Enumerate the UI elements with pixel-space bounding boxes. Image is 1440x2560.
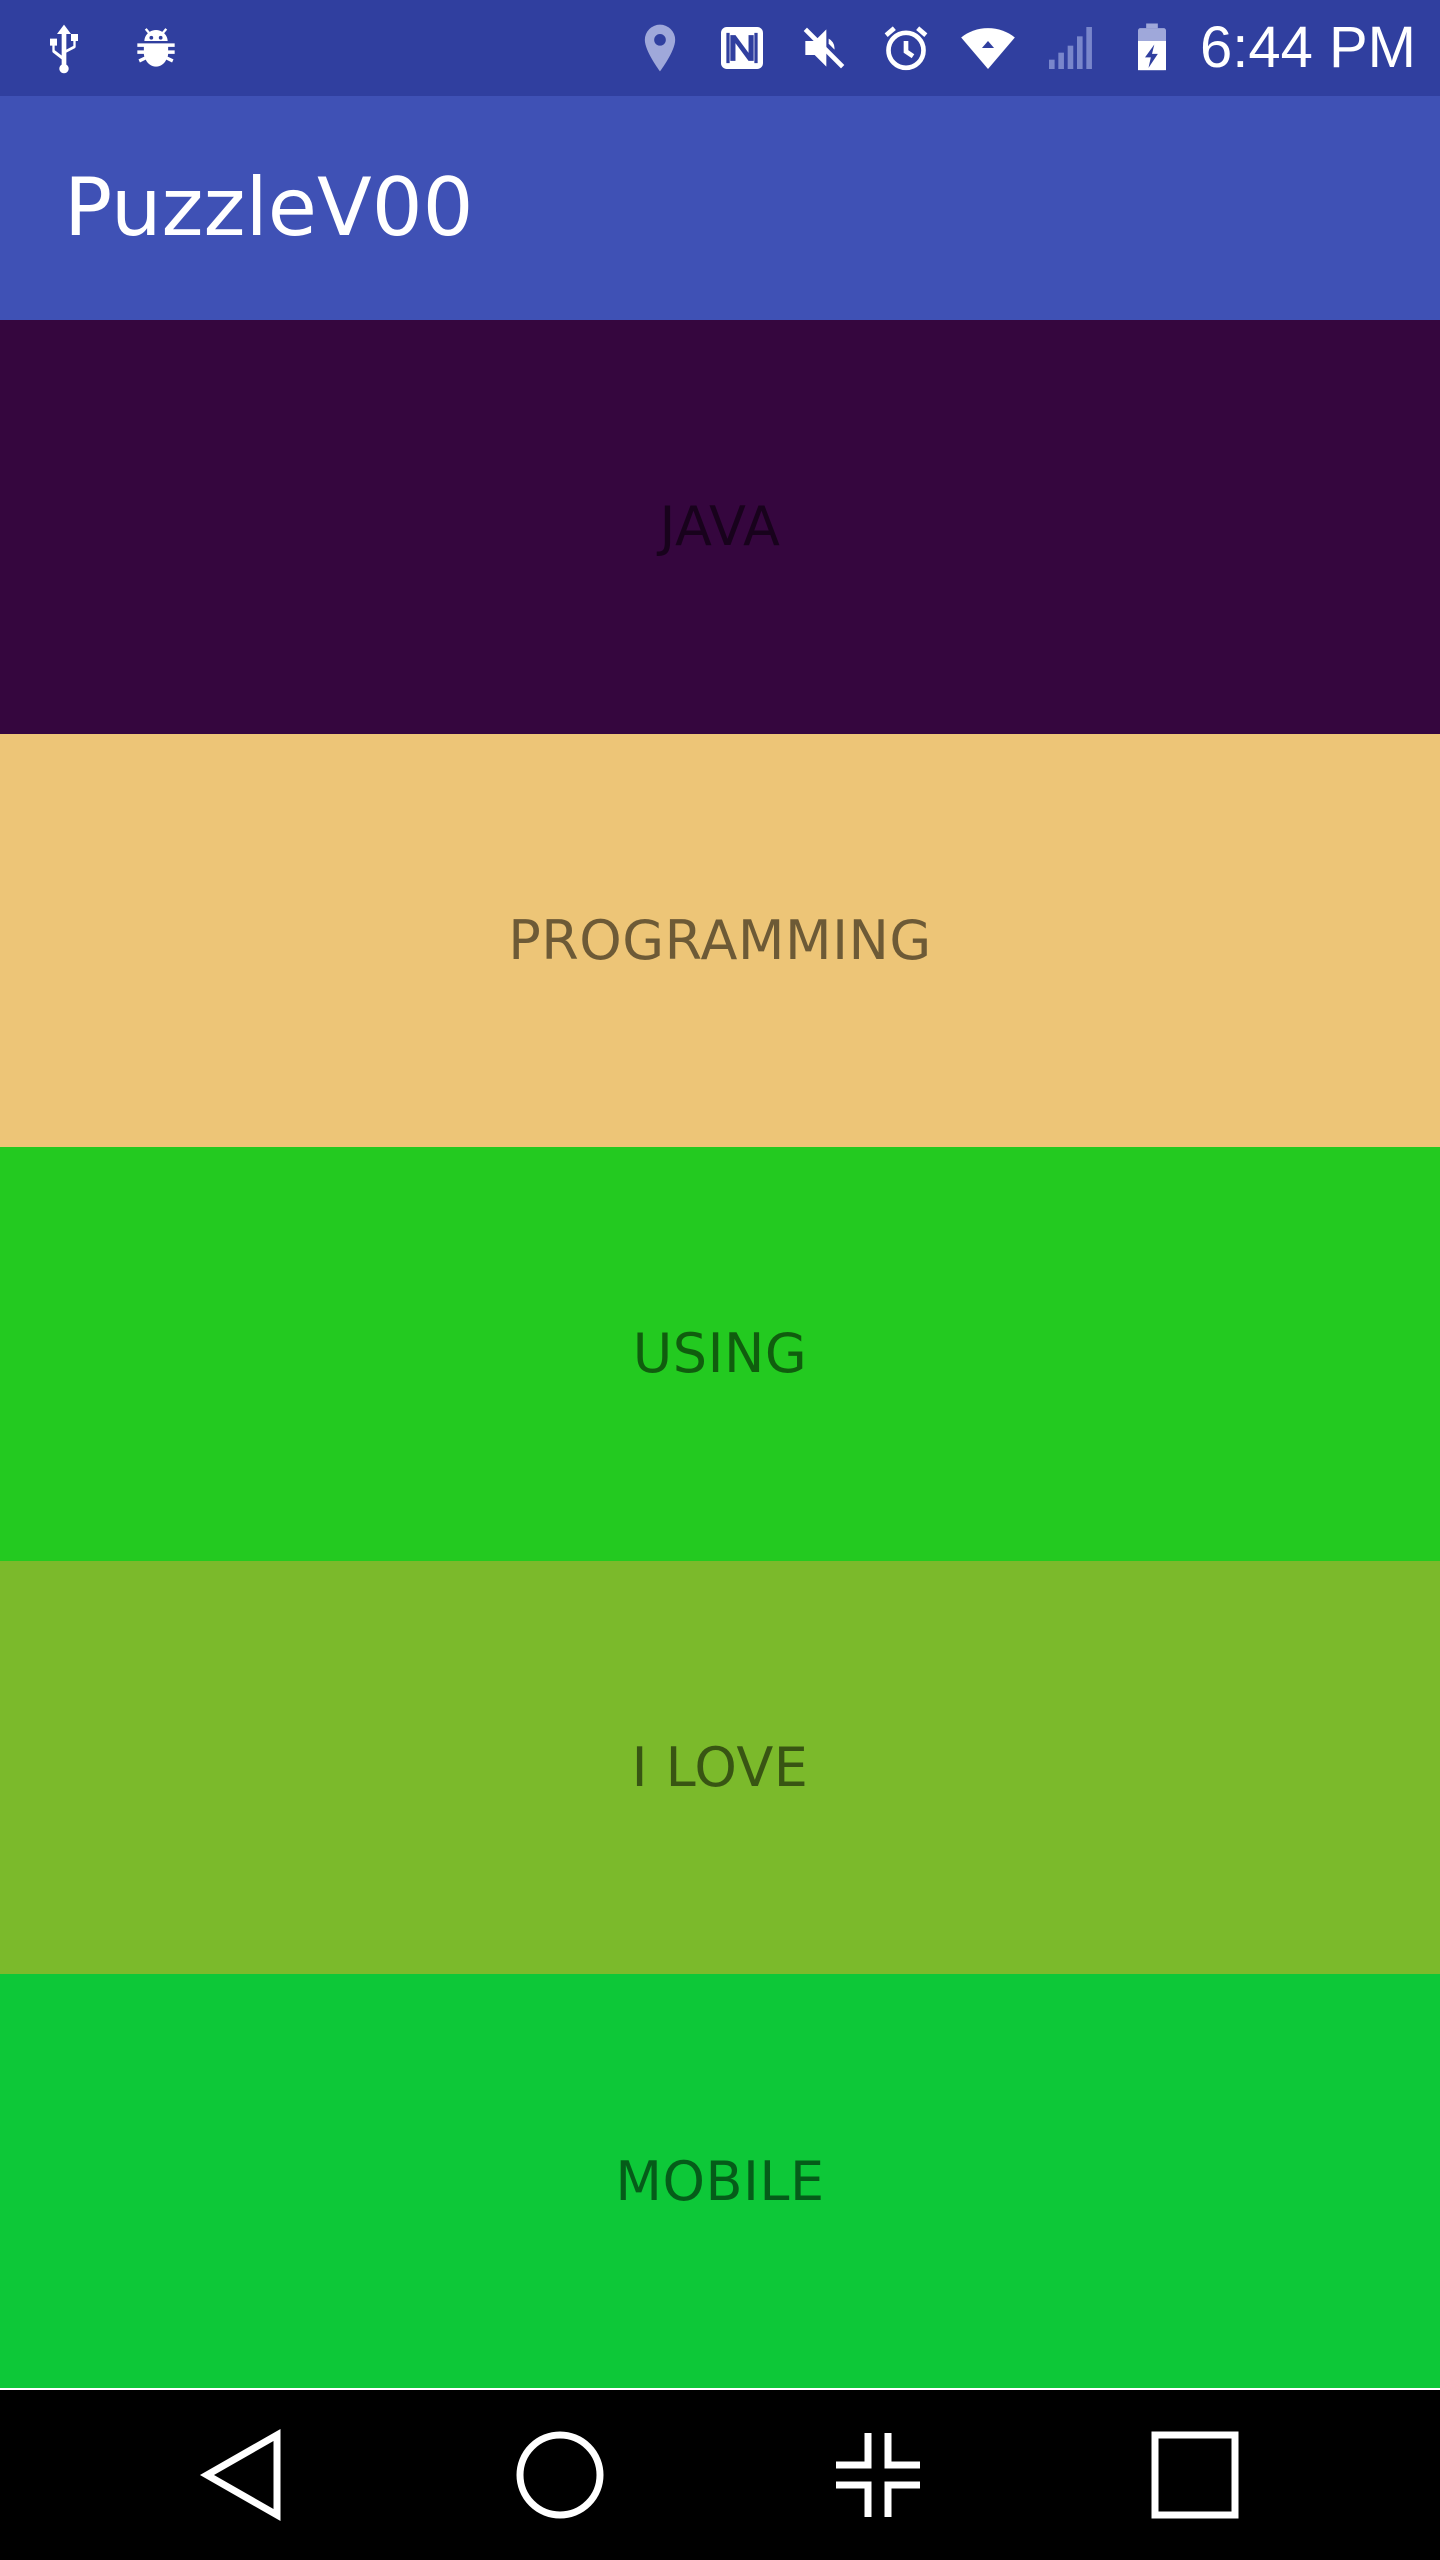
puzzle-list: JAVA PROGRAMMING USING I LOVE MOBILE — [0, 320, 1440, 2388]
status-bar: 6:44 PM — [0, 0, 1440, 96]
cell-signal-icon — [1042, 20, 1098, 76]
recents-button[interactable] — [1145, 2425, 1245, 2525]
location-icon — [632, 20, 688, 76]
status-right-icons: 6:44 PM — [632, 14, 1416, 82]
puzzle-row-programming[interactable]: PROGRAMMING — [0, 733, 1440, 1148]
navigation-bar — [0, 2390, 1440, 2560]
app-bar: PuzzleV00 — [0, 96, 1440, 320]
mute-icon — [796, 20, 852, 76]
puzzle-row-label: PROGRAMMING — [508, 908, 932, 972]
back-button[interactable] — [195, 2425, 295, 2525]
alarm-icon — [878, 20, 934, 76]
puzzle-row-label: USING — [632, 1322, 808, 1386]
usb-icon — [36, 20, 92, 76]
battery-charging-icon — [1124, 20, 1180, 76]
puzzle-row-label: MOBILE — [615, 2149, 825, 2213]
puzzle-row-label: JAVA — [659, 495, 781, 559]
status-time: 6:44 PM — [1200, 15, 1416, 80]
app-title: PuzzleV00 — [64, 161, 474, 254]
nfc-icon — [714, 20, 770, 76]
dual-window-button[interactable] — [828, 2425, 928, 2525]
puzzle-row-i-love[interactable]: I LOVE — [0, 1560, 1440, 1975]
puzzle-row-java[interactable]: JAVA — [0, 320, 1440, 734]
status-left-icons — [36, 14, 184, 82]
back-icon — [199, 2428, 281, 2522]
puzzle-row-mobile[interactable]: MOBILE — [0, 1974, 1440, 2388]
recents-icon — [1151, 2431, 1239, 2519]
home-button[interactable] — [510, 2425, 610, 2525]
dual-window-icon — [836, 2433, 920, 2517]
puzzle-row-using[interactable]: USING — [0, 1147, 1440, 1561]
puzzle-row-label: I LOVE — [631, 1736, 809, 1800]
wifi-icon — [960, 20, 1016, 76]
screen: 6:44 PM PuzzleV00 JAVA PROGRAMMING USING… — [0, 0, 1440, 2560]
home-icon — [516, 2431, 604, 2519]
android-debug-icon — [128, 20, 184, 76]
